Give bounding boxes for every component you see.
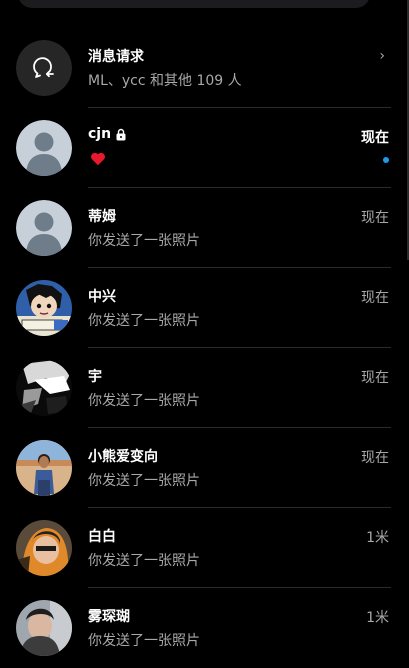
timestamp: 现在 — [361, 290, 389, 306]
timestamp: 现在 — [361, 370, 389, 386]
message-requests-subtitle: ML、ycc 和其他 109 人 — [88, 73, 242, 89]
message-preview: 你发送了一张照片 — [88, 473, 200, 489]
contact-name: 中兴 — [88, 289, 116, 305]
contact-name: 雾琛瑚 — [88, 609, 130, 625]
avatar-default — [16, 200, 72, 256]
conversation-row[interactable]: 宇 你发送了一张照片 现在 — [0, 348, 409, 428]
conversation-row-cjn[interactable]: cjn 现在 — [0, 108, 409, 188]
conversation-row[interactable]: 雾琛瑚 你发送了一张照片 1米 — [0, 588, 409, 668]
contact-name: 白白 — [88, 529, 116, 545]
timestamp: 现在 — [361, 210, 389, 226]
conversation-list: 消息请求 ML、ycc 和其他 109 人 › cjn 现在 蒂姆 你发送了一张… — [0, 28, 409, 668]
message-preview: 你发送了一张照片 — [88, 393, 200, 409]
message-preview: 你发送了一张照片 — [88, 553, 200, 569]
avatar-anime — [16, 280, 72, 336]
search-bar[interactable] — [18, 0, 370, 8]
conversation-row[interactable]: 中兴 你发送了一张照片 现在 — [0, 268, 409, 348]
message-preview: 你发送了一张照片 — [88, 633, 200, 649]
unread-indicator — [383, 157, 389, 163]
avatar-photo — [16, 600, 72, 656]
contact-name: 宇 — [88, 369, 102, 385]
chevron-right-icon: › — [379, 48, 385, 64]
message-requests-title: 消息请求 — [88, 49, 144, 65]
message-request-avatar — [16, 40, 72, 96]
lock-icon — [116, 128, 126, 140]
conversation-row[interactable]: 白白 你发送了一张照片 1米 — [0, 508, 409, 588]
avatar-default — [16, 120, 72, 176]
avatar-monochrome — [16, 360, 72, 416]
message-preview: 你发送了一张照片 — [88, 313, 200, 329]
contact-name: 蒂姆 — [88, 209, 116, 225]
message-preview: 你发送了一张照片 — [88, 233, 200, 249]
default-avatar-icon — [16, 200, 72, 256]
heart-icon — [91, 152, 105, 166]
conversation-row[interactable]: 蒂姆 你发送了一张照片 现在 — [0, 188, 409, 268]
contact-name: cjn — [88, 126, 112, 142]
message-requests-row[interactable]: 消息请求 ML、ycc 和其他 109 人 › — [0, 28, 409, 108]
timestamp: 1米 — [366, 610, 389, 626]
timestamp: 现在 — [361, 450, 389, 466]
avatar-photo — [16, 520, 72, 576]
contact-name: 小熊爱变向 — [88, 449, 158, 465]
timestamp: 1米 — [366, 530, 389, 546]
avatar-photo — [16, 440, 72, 496]
conversation-row[interactable]: 小熊爱变向 你发送了一张照片 现在 — [0, 428, 409, 508]
default-avatar-icon — [16, 120, 72, 176]
timestamp: 现在 — [361, 130, 389, 146]
